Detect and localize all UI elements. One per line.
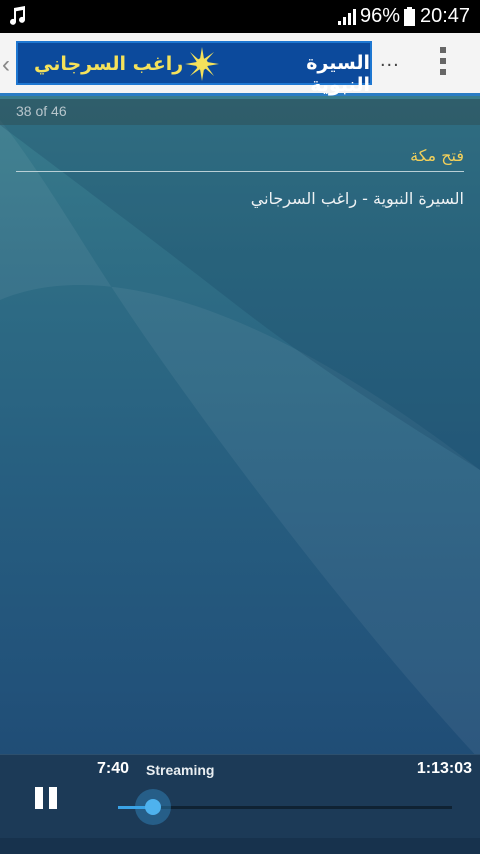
track-title: فتح مكة — [410, 146, 464, 165]
battery-icon — [404, 7, 415, 26]
pause-icon[interactable] — [35, 787, 59, 809]
status-bar: 96% 20:47 — [0, 0, 480, 33]
app-toolbar: ‹ راغب السرجاني السيرة النبوية ... — [0, 33, 480, 96]
track-counter-bar: 38 of 46 — [0, 99, 480, 125]
seek-bar[interactable] — [118, 789, 452, 825]
background — [0, 0, 480, 854]
stream-status: Streaming — [146, 762, 215, 778]
elapsed-time: 7:40 — [97, 760, 130, 777]
app-banner: راغب السرجاني السيرة النبوية — [16, 41, 372, 96]
signal-icon — [338, 9, 356, 25]
track-subtitle: السيرة النبوية - راغب السرجاني — [250, 189, 464, 208]
music-note-icon — [10, 6, 25, 25]
banner-author: راغب السرجاني — [34, 53, 184, 75]
more-vert-icon[interactable] — [438, 47, 448, 81]
divider — [16, 171, 464, 172]
track-counter: 38 of 46 — [16, 103, 67, 119]
bottom-edge — [0, 838, 480, 854]
chevron-left-icon[interactable]: ‹ — [2, 51, 10, 79]
total-duration: 1:13:03 — [416, 760, 472, 777]
battery-percent: 96% — [360, 5, 401, 27]
background-wave — [0, 120, 480, 760]
clock: 20:47 — [420, 5, 471, 27]
banner-title: السيرة النبوية — [306, 52, 370, 96]
sun-star-icon — [185, 47, 219, 81]
overflow-label[interactable]: ... — [380, 49, 400, 72]
seek-thumb[interactable] — [145, 799, 161, 815]
